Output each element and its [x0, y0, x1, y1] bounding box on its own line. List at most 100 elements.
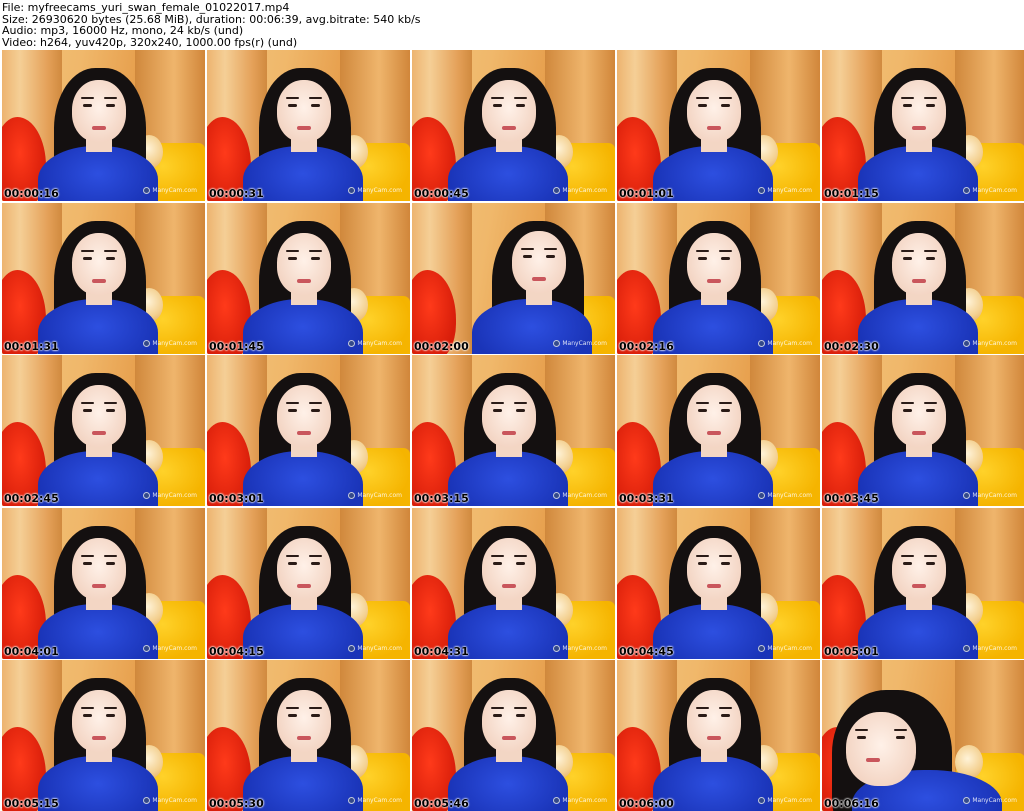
left-eye — [493, 561, 502, 565]
manycam-logo-icon — [143, 797, 151, 804]
thumbnail-timestamp: 00:00:31 — [209, 187, 264, 200]
video-thumbnail[interactable]: ManyCam.com 00:05:46 — [412, 660, 615, 811]
manycam-logo-icon — [348, 492, 356, 499]
manycam-logo-icon — [143, 187, 151, 194]
manycam-logo-icon — [348, 797, 356, 804]
person-face — [72, 537, 126, 600]
video-thumbnail[interactable]: ManyCam.com 00:03:15 — [412, 355, 615, 506]
right-eyebrow — [104, 249, 117, 252]
left-eye — [288, 714, 297, 717]
watermark: ManyCam.com — [348, 644, 402, 652]
right-eye — [311, 714, 320, 717]
right-eyebrow — [544, 247, 557, 250]
person-face — [892, 537, 946, 600]
thumbnail-timestamp: 00:05:15 — [4, 797, 59, 810]
video-thumbnail[interactable]: ManyCam.com 00:00:31 — [207, 50, 410, 201]
video-thumbnail[interactable]: ManyCam.com 00:03:31 — [617, 355, 820, 506]
person-face — [277, 385, 331, 447]
person-face — [687, 80, 741, 142]
video-thumbnail[interactable]: ManyCam.com 00:00:45 — [412, 50, 615, 201]
watermark-text: ManyCam.com — [357, 339, 402, 347]
watermark: ManyCam.com — [758, 644, 812, 652]
right-eye — [106, 561, 115, 565]
watermark-text: ManyCam.com — [562, 797, 607, 804]
left-eyebrow — [696, 249, 709, 252]
watermark: ManyCam.com — [963, 492, 1017, 499]
video-thumbnail[interactable]: ManyCam.com 00:06:16 — [822, 660, 1024, 811]
watermark: ManyCam.com — [348, 339, 402, 347]
left-eyebrow — [286, 402, 299, 404]
thumbnail-grid: ManyCam.com 00:00:16 ManyCam.com 00:00:3… — [0, 50, 1024, 811]
video-thumbnail[interactable]: ManyCam.com 00:02:30 — [822, 202, 1024, 354]
video-thumbnail[interactable]: ManyCam.com 00:04:45 — [617, 507, 820, 659]
right-eye — [516, 561, 525, 565]
watermark: ManyCam.com — [348, 492, 402, 499]
video-thumbnail[interactable]: ManyCam.com 00:05:15 — [2, 660, 205, 811]
mouth — [866, 758, 880, 762]
right-eyebrow — [514, 402, 527, 404]
person-face — [512, 230, 566, 293]
video-thumbnail[interactable]: ManyCam.com 00:04:31 — [412, 507, 615, 659]
video-thumbnail[interactable]: ManyCam.com 00:06:00 — [617, 660, 820, 811]
mouth — [502, 583, 516, 588]
right-eyebrow — [104, 97, 117, 99]
left-eye — [83, 104, 92, 107]
manycam-logo-icon — [553, 797, 561, 804]
video-thumbnail[interactable]: ManyCam.com 00:02:16 — [617, 202, 820, 354]
video-thumbnail[interactable]: ManyCam.com 00:01:15 — [822, 50, 1024, 201]
right-eyebrow — [309, 707, 322, 709]
watermark-text: ManyCam.com — [562, 339, 607, 347]
video-thumbnail[interactable]: ManyCam.com 00:01:31 — [2, 202, 205, 354]
left-eye — [288, 561, 297, 565]
mouth — [297, 278, 311, 283]
thumbnail-timestamp: 00:01:31 — [4, 339, 59, 353]
manycam-logo-icon — [553, 339, 561, 347]
watermark-text: ManyCam.com — [562, 492, 607, 499]
watermark: ManyCam.com — [143, 492, 197, 499]
right-eyebrow — [309, 402, 322, 404]
watermark: ManyCam.com — [143, 644, 197, 652]
left-eyebrow — [491, 707, 504, 709]
left-eyebrow — [81, 554, 94, 557]
right-eye — [106, 409, 115, 412]
manycam-logo-icon — [963, 187, 971, 194]
mouth — [297, 126, 311, 130]
thumbnail-timestamp: 00:01:45 — [209, 339, 264, 353]
right-eyebrow — [514, 707, 527, 709]
right-eye — [721, 561, 730, 565]
video-thumbnail[interactable]: ManyCam.com 00:01:01 — [617, 50, 820, 201]
thumbnail-timestamp: 00:02:45 — [4, 492, 59, 505]
video-thumbnail[interactable]: ManyCam.com 00:03:45 — [822, 355, 1024, 506]
right-eye — [516, 714, 525, 717]
left-eyebrow — [491, 554, 504, 557]
mouth — [502, 126, 516, 130]
thumbnail-timestamp: 00:04:01 — [4, 644, 59, 658]
watermark: ManyCam.com — [553, 644, 607, 652]
watermark-text: ManyCam.com — [562, 644, 607, 652]
thumbnail-timestamp: 00:03:45 — [824, 492, 879, 505]
video-thumbnail[interactable]: ManyCam.com 00:02:00 — [412, 202, 615, 354]
right-eyebrow — [719, 554, 732, 557]
manycam-logo-icon — [348, 644, 356, 652]
thumbnail-timestamp: 00:01:01 — [619, 187, 674, 200]
person-face — [892, 80, 946, 142]
left-eye — [698, 409, 707, 412]
video-thumbnail[interactable]: ManyCam.com 00:00:16 — [2, 50, 205, 201]
right-eye — [721, 714, 730, 717]
watermark: ManyCam.com — [553, 797, 607, 804]
manycam-logo-icon — [553, 492, 561, 499]
video-thumbnail[interactable]: ManyCam.com 00:04:15 — [207, 507, 410, 659]
video-thumbnail[interactable]: ManyCam.com 00:05:01 — [822, 507, 1024, 659]
left-eyebrow — [491, 97, 504, 99]
video-thumbnail[interactable]: ManyCam.com 00:04:01 — [2, 507, 205, 659]
video-thumbnail[interactable]: ManyCam.com 00:03:01 — [207, 355, 410, 506]
mouth — [92, 583, 106, 588]
video-thumbnail[interactable]: ManyCam.com 00:05:30 — [207, 660, 410, 811]
watermark-text: ManyCam.com — [357, 644, 402, 652]
watermark: ManyCam.com — [348, 187, 402, 194]
video-thumbnail[interactable]: ManyCam.com 00:01:45 — [207, 202, 410, 354]
video-thumbnail[interactable]: ManyCam.com 00:02:45 — [2, 355, 205, 506]
person-face — [72, 690, 126, 752]
manycam-logo-icon — [758, 492, 766, 499]
right-eyebrow — [514, 97, 527, 99]
